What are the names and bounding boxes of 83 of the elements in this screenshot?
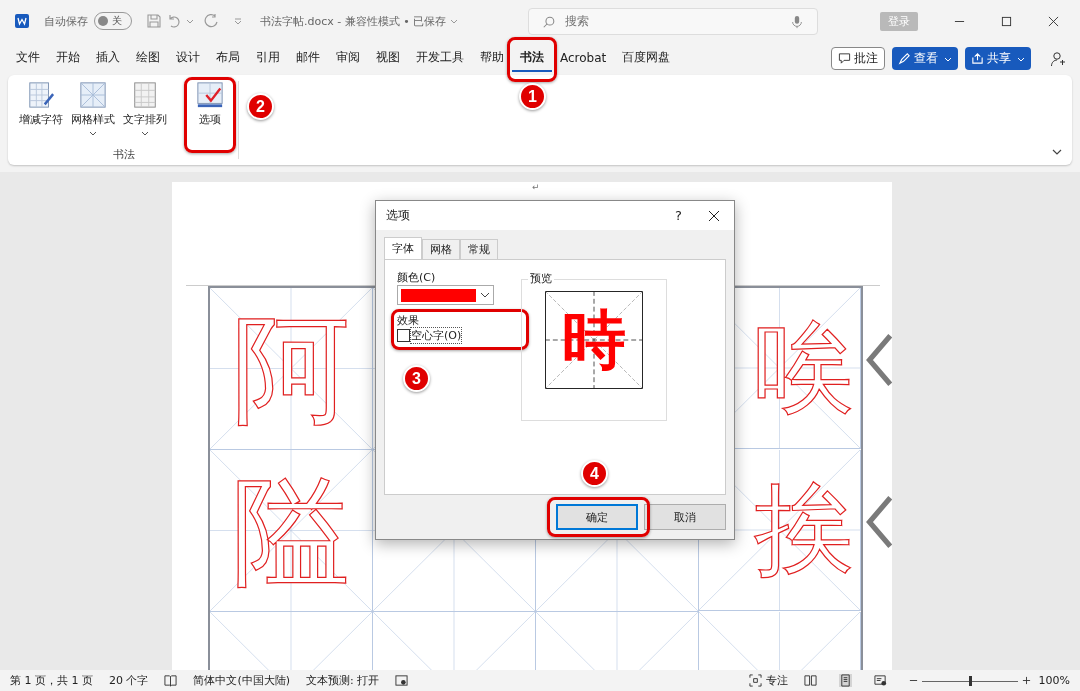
zoom-percent[interactable]: 100% [1038, 674, 1070, 687]
pen-icon [898, 52, 911, 65]
menu-tab[interactable]: 引用 [248, 45, 288, 72]
person-icon[interactable] [1050, 50, 1066, 67]
read-mode-icon[interactable] [803, 674, 817, 687]
search-field[interactable]: 搜索 [528, 7, 819, 35]
caret-icon[interactable] [450, 17, 459, 25]
maximize-icon[interactable] [1001, 15, 1013, 27]
menu-tab[interactable]: 视图 [368, 45, 408, 72]
menu-tab[interactable]: 开始 [48, 45, 88, 72]
language-status[interactable]: 简体中文(中国大陆) [193, 673, 291, 688]
microphone-icon[interactable] [790, 14, 805, 29]
focus-icon [748, 674, 762, 687]
page-count[interactable]: 第 1 页，共 1 页 [10, 673, 93, 688]
menu-tab[interactable]: 审阅 [328, 45, 368, 72]
cancel-button[interactable]: 取消 [644, 504, 726, 530]
hollow-character: 阿 [232, 309, 350, 428]
document-title: 书法字帖.docx - 兼容性模式 • 已保存 [260, 13, 447, 29]
comment-icon [838, 52, 851, 65]
ribbon-button[interactable]: 网格样式 [68, 79, 118, 147]
word-logo-icon [14, 13, 30, 29]
customize-icon[interactable] [234, 17, 242, 25]
group-label: 书法 [113, 147, 135, 162]
color-label: 颜色(C) [397, 270, 437, 285]
menu-tab[interactable]: 布局 [208, 45, 248, 72]
menu-tab[interactable]: 绘图 [128, 45, 168, 72]
share-icon [971, 52, 984, 65]
ribbon-button[interactable]: 文字排列 [120, 79, 170, 147]
menu-tab[interactable]: 设计 [168, 45, 208, 72]
menu-tab[interactable]: 邮件 [288, 45, 328, 72]
search-icon [542, 14, 557, 29]
caret-icon [89, 129, 97, 137]
comments-button[interactable]: 批注 [831, 47, 885, 70]
grid-pen-icon [27, 81, 55, 109]
focus-button[interactable]: 专注 [748, 673, 788, 688]
hollow-character: 唉 [754, 318, 854, 418]
menu-tab[interactable]: 百度网盘 [614, 45, 679, 72]
caret-icon [141, 129, 149, 137]
dialog-tab[interactable]: 常规 [460, 239, 498, 259]
close-icon[interactable] [1048, 15, 1060, 27]
color-dropdown[interactable] [397, 285, 494, 305]
ok-button[interactable]: 确定 [556, 504, 638, 530]
paragraph-mark: ↵ [532, 182, 540, 192]
close-icon[interactable] [708, 209, 720, 222]
dialog-tab[interactable]: 网格 [422, 239, 460, 259]
print-layout-icon[interactable] [838, 674, 852, 687]
caret-icon [480, 290, 490, 300]
step-number: 3 [403, 365, 430, 392]
effects-label: 效果 [397, 313, 420, 328]
web-layout-icon[interactable] [873, 674, 887, 687]
autosave-label: 自动保存 [44, 13, 88, 29]
zoom-in-icon[interactable] [1021, 676, 1031, 685]
menu-tab[interactable]: Acrobat [552, 46, 615, 71]
menu-tab[interactable]: 开发工具 [408, 45, 472, 72]
preview-character: 時 [562, 308, 626, 372]
hollow-character: 挨 [754, 480, 854, 580]
dialog-title: 选项 [386, 207, 410, 224]
redo-icon[interactable] [204, 13, 220, 29]
text-grid-icon [131, 81, 159, 109]
menu-tab[interactable]: 文件 [8, 45, 48, 72]
book-icon[interactable] [164, 674, 178, 687]
hollow-checkbox[interactable]: 空心字(O) [397, 328, 462, 343]
chevron-left-icon [866, 332, 892, 388]
share-button[interactable]: 共享 [965, 47, 1031, 70]
dialog-tab[interactable]: 字体 [384, 237, 422, 259]
help-button[interactable]: ? [675, 208, 682, 223]
menu-tab[interactable]: 帮助 [472, 45, 512, 72]
zoom-slider[interactable] [921, 674, 1018, 687]
ribbon-button[interactable]: 增减字符 [16, 79, 66, 147]
preview-label: 预览 [528, 271, 554, 286]
word-count[interactable]: 20 个字 [109, 673, 149, 688]
menu-tab[interactable]: 插入 [88, 45, 128, 72]
menu-tab[interactable]: 书法 [512, 45, 552, 72]
chevron-left-icon [866, 494, 892, 550]
grid-check-icon [196, 81, 224, 109]
hollow-character: 隘 [232, 471, 350, 590]
grid-icon [79, 81, 107, 109]
collapse-ribbon-icon[interactable] [1052, 147, 1062, 157]
view-button[interactable]: 查看 [892, 47, 958, 70]
step-number: 2 [247, 93, 274, 120]
caret-icon[interactable] [186, 17, 194, 25]
text-prediction-status[interactable]: 文本预测: 打开 [306, 673, 380, 688]
accessibility-icon[interactable] [395, 674, 409, 687]
